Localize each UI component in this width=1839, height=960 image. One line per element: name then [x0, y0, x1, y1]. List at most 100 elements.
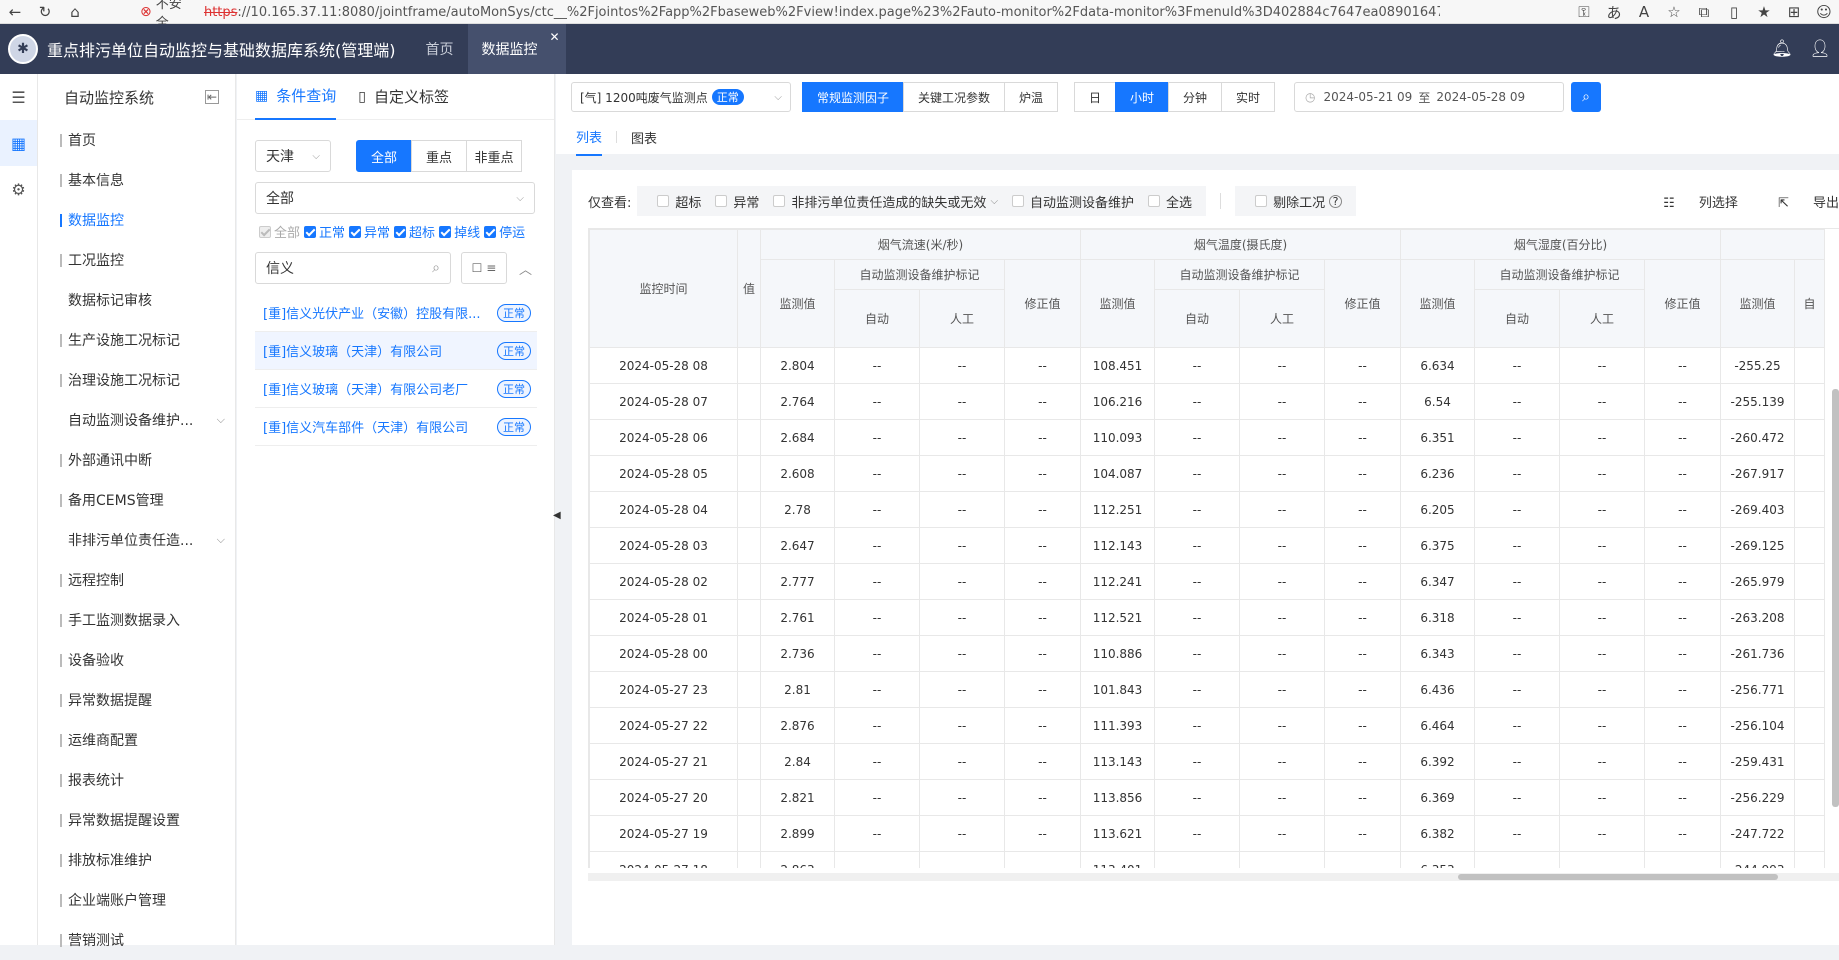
tab-home[interactable]: 首页: [412, 24, 468, 74]
sidebar-item-data-monitor[interactable]: 数据监控: [38, 200, 235, 240]
collections-icon[interactable]: ⊞: [1779, 0, 1809, 24]
chart-icon[interactable]: ▦: [0, 120, 37, 166]
sidebar-item-remote-control[interactable]: 远程控制: [38, 560, 235, 600]
chevron-up-icon[interactable]: ︿: [519, 259, 532, 278]
table-cell: --: [1474, 491, 1560, 528]
checkbox-select-all[interactable]: [1148, 195, 1161, 207]
list-item[interactable]: [重]信义光伏产业（安徽）控股有限... 正常: [255, 294, 537, 332]
table-cell: --: [1004, 455, 1081, 492]
checkbox-abnormal[interactable]: [349, 225, 362, 238]
header-flow-rate: 烟气流速(米/秒): [760, 229, 1081, 260]
bell-icon[interactable]: 🔔︎: [1763, 39, 1801, 59]
favorite-icon[interactable]: ☆: [1659, 0, 1689, 24]
sidebar-item-production-mark[interactable]: 生产设施工况标记: [38, 320, 235, 360]
checkbox-exceed[interactable]: [394, 225, 407, 238]
table-cell: -259.431: [1720, 743, 1795, 780]
tab-condition-query[interactable]: ▦ 条件查询: [255, 73, 337, 120]
sidebar-item-manual-entry[interactable]: 手工监测数据录入: [38, 600, 235, 640]
sidebar-item-marketing[interactable]: 营销测试: [38, 920, 235, 960]
tab-list[interactable]: 列表: [576, 119, 603, 156]
checkbox-offline[interactable]: [439, 225, 452, 238]
checkbox-normal[interactable]: [304, 225, 317, 238]
seg-non-key[interactable]: 非重点: [466, 140, 522, 172]
collapse-icon[interactable]: ⇤: [205, 90, 219, 104]
sidebar-item-data-mark-review[interactable]: 数据标记审核: [38, 280, 235, 320]
menu-icon[interactable]: ☰: [0, 74, 37, 120]
horizontal-scrollbar[interactable]: [588, 873, 1839, 881]
checkbox-abnormal-only[interactable]: [715, 195, 728, 207]
user-icon[interactable]: 👤︎: [1801, 39, 1839, 59]
sidebar-item-backup-cems[interactable]: 备用CEMS管理: [38, 480, 235, 520]
profile-icon[interactable]: ☺: [1809, 0, 1839, 24]
favorites-bar-icon[interactable]: ★: [1749, 0, 1779, 24]
table-cell: 2.78: [760, 491, 835, 528]
translate-icon[interactable]: あ: [1599, 0, 1629, 24]
sidebar-item-non-unit[interactable]: 非排污单位责任造... ⌵: [38, 520, 235, 560]
date-range-picker[interactable]: ◷ 2024-05-21 09 至 2024-05-28 09: [1294, 82, 1564, 112]
address-bar[interactable]: ⊗ 不安全 https ://10.165.37.11:8080/jointfr…: [140, 0, 1440, 31]
close-icon[interactable]: ✕: [549, 30, 559, 44]
sidebar-item-treatment-mark[interactable]: 治理设施工况标记: [38, 360, 235, 400]
tab-minute[interactable]: 分钟: [1168, 82, 1223, 112]
sidebar-item-device-maintenance[interactable]: 自动监测设备维护... ⌵: [38, 400, 235, 440]
list-item[interactable]: [重]信义汽车部件（天津）有限公司 正常: [255, 408, 537, 446]
export-button[interactable]: ⇱ 导出: [1758, 192, 1839, 211]
vertical-scrollbar[interactable]: [1832, 389, 1839, 807]
table-cell: --: [919, 851, 1005, 868]
sidebar-item-basic-info[interactable]: 基本信息: [38, 160, 235, 200]
monitor-point-select[interactable]: [气] 1200吨废气监测点 正常 ⌵: [571, 82, 791, 112]
tab-regular-factor[interactable]: 常规监测因子: [802, 82, 905, 112]
company-search-input[interactable]: 信义 ⌕: [255, 252, 451, 284]
table-cell: --: [834, 635, 920, 672]
sidebar-item-condition-monitor[interactable]: 工况监控: [38, 240, 235, 280]
sidebar-item-alert-settings[interactable]: 异常数据提醒设置: [38, 800, 235, 840]
tab-day[interactable]: 日: [1074, 82, 1117, 112]
checkbox-stopped[interactable]: [484, 225, 497, 238]
table-cell: [737, 707, 761, 744]
list-item[interactable]: [重]信义玻璃（天津）有限公司 正常: [255, 332, 537, 370]
sidebar-item-ops-config[interactable]: 运维商配置: [38, 720, 235, 760]
refresh-icon[interactable]: ↻: [30, 0, 60, 24]
sidebar-item-abnormal-alert[interactable]: 异常数据提醒: [38, 680, 235, 720]
tab-data-monitor[interactable]: 数据监控 ✕: [467, 24, 566, 74]
tab-chart[interactable]: 图表: [631, 120, 657, 155]
table-cell: --: [1239, 563, 1325, 600]
key-icon[interactable]: ⚿: [1569, 0, 1599, 24]
sidebar-item-comm-interrupt[interactable]: 外部通讯中断: [38, 440, 235, 480]
table-cell: --: [1474, 563, 1560, 600]
checkbox-all[interactable]: [259, 225, 271, 238]
list-item[interactable]: [重]信义玻璃（天津）有限公司老厂 正常: [255, 370, 537, 408]
sidebar-item-report[interactable]: 报表统计: [38, 760, 235, 800]
tab-hour[interactable]: 小时: [1115, 82, 1170, 112]
sidebar-item-home[interactable]: 首页: [38, 120, 235, 160]
table-cell: --: [1154, 707, 1240, 744]
region-select[interactable]: 天津 ⌵: [255, 140, 331, 172]
sidebar-item-acceptance[interactable]: 设备验收: [38, 640, 235, 680]
seg-all[interactable]: 全部: [356, 140, 412, 172]
back-icon[interactable]: ←: [0, 0, 30, 24]
home-icon[interactable]: ⌂: [60, 0, 90, 24]
table-cell: --: [1324, 419, 1401, 456]
search-button[interactable]: ⌕: [1571, 82, 1601, 112]
sidebar-item-standard[interactable]: 排放标准维护: [38, 840, 235, 880]
table-cell: --: [1559, 779, 1645, 816]
tab-custom-tags[interactable]: ▯ 自定义标签: [358, 74, 449, 119]
column-select-button[interactable]: ☷ 列选择: [1643, 192, 1738, 211]
checkbox-non-unit[interactable]: [773, 195, 786, 207]
tab-realtime[interactable]: 实时: [1221, 82, 1276, 112]
type-select[interactable]: 全部 ⌵: [255, 182, 535, 214]
read-aloud-icon[interactable]: A: [1629, 0, 1659, 24]
list-options-button[interactable]: ☐ ≡: [461, 252, 507, 284]
split-screen-icon[interactable]: ▯: [1719, 0, 1749, 24]
tab-furnace-temp[interactable]: 炉温: [1004, 82, 1059, 112]
extensions-icon[interactable]: ⧉: [1689, 0, 1719, 24]
settings-icon[interactable]: ⚙: [0, 166, 37, 212]
seg-key[interactable]: 重点: [411, 140, 467, 172]
sidebar-item-accounts[interactable]: 企业端账户管理: [38, 880, 235, 920]
tab-key-params[interactable]: 关键工况参数: [903, 82, 1006, 112]
table-cell: --: [834, 347, 920, 384]
checkbox-exceed-only[interactable]: [657, 195, 670, 207]
filter-label: 仅查看:: [588, 195, 632, 211]
checkbox-remove-condition[interactable]: [1255, 195, 1268, 207]
checkbox-maintenance[interactable]: [1012, 195, 1025, 207]
